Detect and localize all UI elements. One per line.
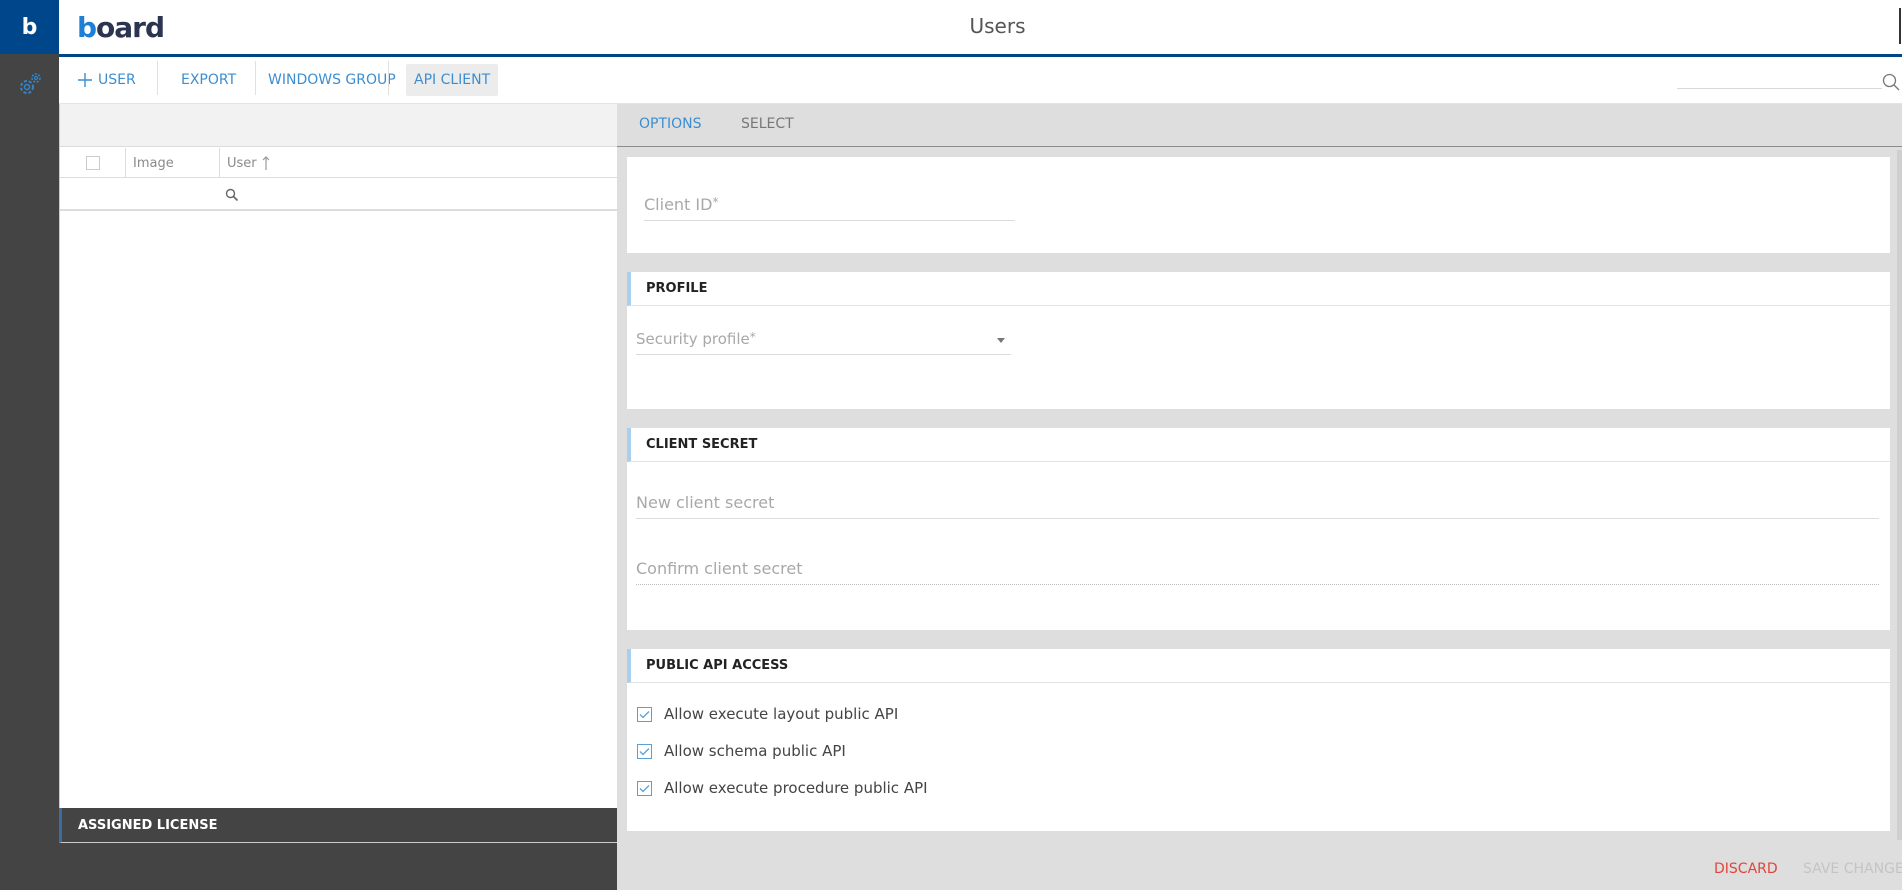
add-user-label: USER (98, 72, 136, 88)
app-sidebar: b (0, 0, 59, 890)
save-changes-button[interactable]: SAVE CHANGES (1803, 861, 1902, 877)
checkbox-checked[interactable] (637, 780, 652, 796)
app-logo-tile[interactable]: b (0, 0, 59, 54)
page-title: Users (969, 14, 1026, 38)
toolbar-separator (255, 61, 256, 95)
profile-heading: PROFILE (627, 272, 1890, 306)
checkmark-icon (639, 747, 650, 755)
profile-card: PROFILE Security profile* (627, 272, 1890, 409)
select-all-cell (60, 148, 126, 178)
tab-select[interactable]: SELECT (741, 116, 794, 132)
option-label: Allow execute layout public API (664, 705, 899, 723)
client-id-label: Client ID (644, 195, 713, 214)
option-label: Allow execute procedure public API (664, 779, 928, 797)
plus-icon (78, 73, 92, 87)
detail-tabs: OPTIONS SELECT (617, 104, 1902, 147)
app-header: board Users (59, 0, 1902, 54)
user-list-panel: Image User (59, 104, 618, 890)
filter-search-icon[interactable] (225, 188, 239, 202)
discard-button[interactable]: DISCARD (1714, 861, 1778, 877)
column-header-image[interactable]: Image (126, 148, 220, 178)
allow-execute-procedure-option[interactable]: Allow execute procedure public API (637, 779, 928, 797)
confirm-client-secret-input[interactable]: Confirm client secret (636, 559, 1879, 585)
gears-icon[interactable] (16, 70, 44, 98)
windows-group-button[interactable]: WINDOWS GROUP (260, 64, 404, 96)
client-id-card: Client ID* (627, 157, 1890, 253)
toolbar-separator (157, 61, 158, 95)
allow-execute-layout-option[interactable]: Allow execute layout public API (637, 705, 898, 723)
checkmark-icon (639, 784, 650, 792)
toolbar-separator (388, 61, 389, 95)
client-id-field[interactable]: Client ID* (644, 195, 1015, 221)
tab-options[interactable]: OPTIONS (639, 116, 702, 132)
required-mark: * (749, 330, 756, 344)
assigned-license-section: ASSIGNED LICENSE (59, 808, 617, 890)
add-user-button[interactable]: USER (70, 64, 144, 96)
api-client-detail-panel: OPTIONS SELECT Client ID* PROFILE Securi… (617, 104, 1902, 890)
client-secret-card: CLIENT SECRET New client secret Confirm … (627, 428, 1890, 630)
checkmark-icon (639, 710, 650, 718)
chevron-down-icon (997, 338, 1005, 343)
toolbar: USER EXPORT WINDOWS GROUP API CLIENT (59, 57, 1902, 104)
user-filter-row[interactable] (60, 179, 618, 211)
public-api-access-card: PUBLIC API ACCESS Allow execute layout p… (627, 649, 1890, 831)
search-input[interactable] (1677, 71, 1882, 89)
search-icon[interactable] (1882, 73, 1900, 91)
column-header-user[interactable]: User (220, 148, 618, 178)
allow-schema-option[interactable]: Allow schema public API (637, 742, 846, 760)
select-all-checkbox[interactable] (85, 156, 100, 170)
column-header-user-label: User (227, 155, 257, 171)
detail-scrollbar[interactable] (1897, 150, 1902, 840)
security-profile-label: Security profile (636, 330, 750, 348)
sort-ascending-icon (262, 156, 270, 170)
table-header: Image User (60, 148, 618, 178)
new-client-secret-input[interactable]: New client secret (636, 493, 1879, 519)
option-label: Allow schema public API (664, 742, 846, 760)
api-client-button[interactable]: API CLIENT (406, 64, 499, 96)
public-api-access-heading: PUBLIC API ACCESS (627, 649, 1890, 683)
required-mark: * (712, 195, 719, 209)
client-secret-heading: CLIENT SECRET (627, 428, 1890, 462)
list-toolbar-band (60, 104, 618, 147)
checkbox-checked[interactable] (637, 743, 652, 759)
checkbox-checked[interactable] (637, 706, 652, 722)
export-button[interactable]: EXPORT (173, 64, 244, 96)
assigned-license-header[interactable]: ASSIGNED LICENSE (59, 808, 617, 843)
security-profile-dropdown[interactable]: Security profile* (636, 330, 1011, 355)
